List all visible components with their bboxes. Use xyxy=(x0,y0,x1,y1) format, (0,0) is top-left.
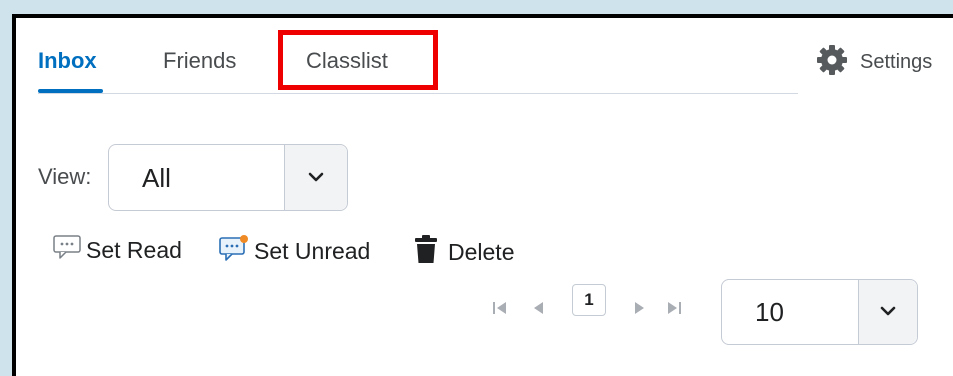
set-read-label: Set Read xyxy=(86,236,182,263)
set-unread-button[interactable]: Set Unread xyxy=(218,234,370,268)
next-page-icon[interactable] xyxy=(632,300,646,321)
page-size-select[interactable]: 10 xyxy=(721,279,918,345)
chevron-down-icon xyxy=(880,303,896,321)
page-size-value: 10 xyxy=(755,297,784,327)
first-page-icon[interactable] xyxy=(492,300,508,321)
messages-panel: Inbox Friends Classlist Settings View: A… xyxy=(12,14,953,376)
tab-friends[interactable]: Friends xyxy=(163,48,236,74)
gear-icon xyxy=(816,44,848,81)
settings-button[interactable]: Settings xyxy=(816,44,933,81)
message-unread-icon xyxy=(218,234,250,268)
delete-button[interactable]: Delete xyxy=(414,234,514,270)
tabs-divider xyxy=(38,93,798,94)
view-filter-value: All xyxy=(142,163,171,193)
view-label: View: xyxy=(38,164,92,189)
last-page-icon[interactable] xyxy=(666,300,682,321)
page-size-dropdown-toggle[interactable] xyxy=(858,280,917,344)
set-unread-label: Set Unread xyxy=(254,237,371,264)
trash-icon xyxy=(414,234,438,270)
view-filter-select[interactable]: All xyxy=(108,144,348,211)
previous-page-icon[interactable] xyxy=(532,300,546,321)
page-number-input[interactable]: 1 xyxy=(572,284,606,316)
chevron-down-icon xyxy=(308,169,324,187)
delete-label: Delete xyxy=(448,238,515,265)
classlist-highlight-box xyxy=(278,30,438,90)
tab-inbox[interactable]: Inbox xyxy=(38,48,97,74)
message-read-icon xyxy=(52,234,82,266)
screenshot-frame: Inbox Friends Classlist Settings View: A… xyxy=(0,0,953,376)
settings-label: Settings xyxy=(860,50,933,73)
view-filter-dropdown-toggle[interactable] xyxy=(284,145,347,210)
set-read-button[interactable]: Set Read xyxy=(52,234,182,266)
